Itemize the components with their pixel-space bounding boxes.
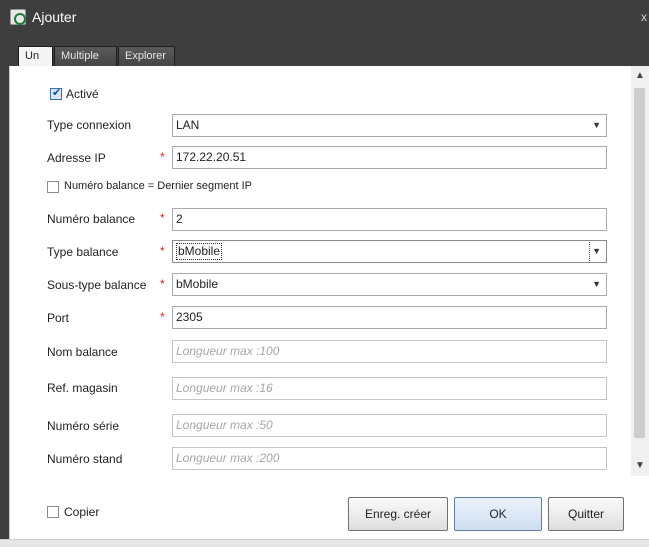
close-icon[interactable]: x: [641, 10, 647, 24]
tab-multiple[interactable]: Multiple: [54, 46, 117, 66]
serial-number-input[interactable]: Longueur max :50: [172, 414, 607, 437]
tab-bar: Un Multiple Explorer: [9, 36, 649, 66]
balance-number-input[interactable]: 2: [172, 208, 607, 231]
required-mark: *: [160, 277, 165, 291]
serial-number-label: Numéro série: [47, 419, 120, 433]
balance-name-input[interactable]: Longueur max :100: [172, 340, 607, 363]
balance-type-label: Type balance: [47, 245, 119, 259]
balance-number-label: Numéro balance: [47, 212, 136, 226]
scroll-down-icon[interactable]: ▼: [634, 460, 646, 471]
scroll-up-icon[interactable]: ▲: [634, 70, 646, 81]
required-mark: *: [160, 244, 165, 258]
stand-number-label: Numéro stand: [47, 452, 123, 466]
tab-explorer[interactable]: Explorer: [118, 46, 175, 66]
chevron-down-icon[interactable]: ▼: [592, 241, 601, 262]
balance-type-value: bMobile: [176, 243, 223, 260]
ok-button[interactable]: OK: [454, 497, 542, 531]
save-create-button[interactable]: Enreg. créer: [348, 497, 448, 531]
active-label: Activé: [66, 87, 99, 101]
vertical-scrollbar[interactable]: ▲ ▼: [631, 66, 649, 476]
connection-type-value: LAN: [176, 118, 200, 132]
balance-subtype-label: Sous-type balance: [47, 278, 147, 292]
scrollbar-thumb[interactable]: [634, 88, 645, 438]
copy-checkbox[interactable]: [47, 506, 59, 518]
port-input[interactable]: 2305: [172, 306, 607, 329]
connection-type-label: Type connexion: [47, 118, 132, 132]
store-ref-input[interactable]: Longueur max :16: [172, 377, 607, 400]
quit-button[interactable]: Quitter: [548, 497, 624, 531]
ip-address-input[interactable]: 172.22.20.51: [172, 146, 607, 169]
tab-un[interactable]: Un: [18, 46, 53, 66]
store-ref-label: Ref. magasin: [47, 381, 118, 395]
balance-number-from-ip-label: Numéro balance = Dernier segment IP: [64, 180, 253, 192]
port-label: Port: [47, 311, 70, 325]
window-frame-left: [0, 36, 9, 547]
balance-number-from-ip-checkbox[interactable]: [47, 181, 59, 193]
required-mark: *: [160, 310, 165, 324]
required-mark: *: [160, 150, 165, 164]
balance-subtype-select[interactable]: bMobile ▼: [172, 273, 607, 296]
chevron-down-icon[interactable]: ▼: [592, 274, 601, 295]
window-titlebar: Ajouter x: [0, 0, 649, 36]
active-checkbox[interactable]: [50, 86, 62, 100]
required-mark: *: [160, 211, 165, 225]
balance-name-label: Nom balance: [47, 345, 118, 359]
chevron-down-icon[interactable]: ▼: [592, 115, 601, 136]
window-title: Ajouter: [32, 9, 77, 25]
app-icon: [10, 9, 26, 25]
stand-number-input[interactable]: Longueur max :200: [172, 447, 607, 470]
window-frame-bottom: [0, 539, 649, 547]
copy-label: Copier: [64, 505, 100, 519]
balance-subtype-value: bMobile: [176, 277, 219, 291]
connection-type-select[interactable]: LAN ▼: [172, 114, 607, 137]
ip-address-label: Adresse IP: [47, 151, 106, 165]
dropdown-separator: [589, 242, 590, 261]
balance-type-select[interactable]: bMobile ▼: [172, 240, 607, 263]
